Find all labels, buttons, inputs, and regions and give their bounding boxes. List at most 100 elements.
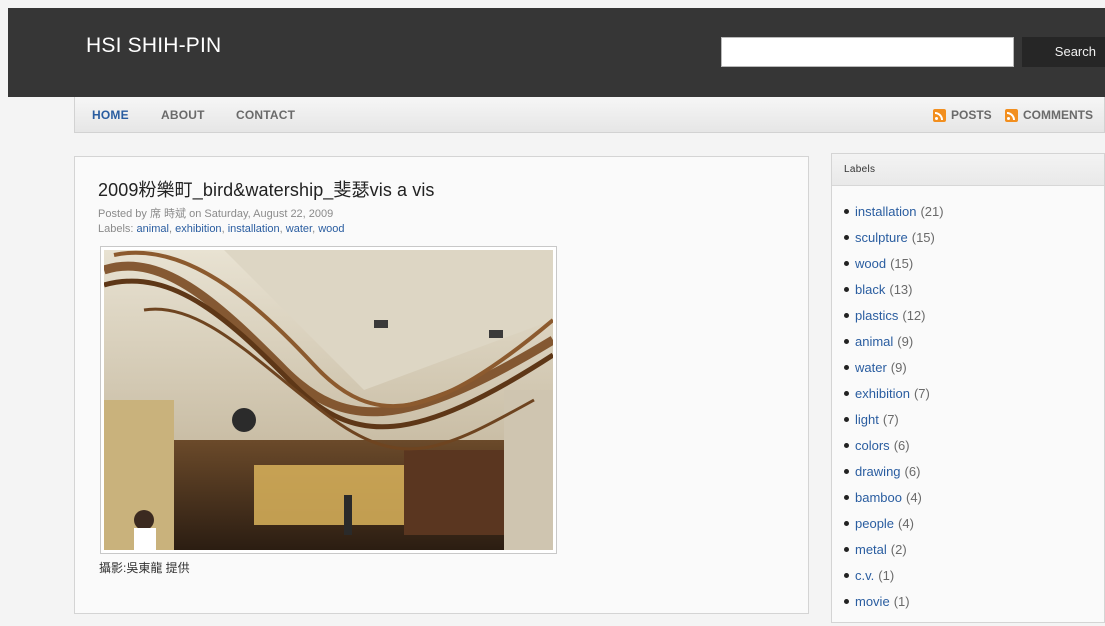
sidebar-label-link[interactable]: colors xyxy=(855,438,890,453)
post-meta: Posted by 席 時斌 on Saturday, August 22, 2… xyxy=(98,205,333,221)
post-label-link[interactable]: animal xyxy=(137,223,169,235)
list-item: sculpture (15) xyxy=(844,224,1104,250)
list-item: wood (15) xyxy=(844,250,1104,276)
list-item: light (7) xyxy=(844,406,1104,432)
bullet-icon xyxy=(844,338,849,344)
comments-feed-label: COMMENTS xyxy=(1023,108,1093,122)
nav-contact[interactable]: CONTACT xyxy=(236,108,295,122)
post-label-link[interactable]: water xyxy=(286,223,312,235)
bullet-icon xyxy=(844,442,849,448)
nav-home[interactable]: HOME xyxy=(92,108,129,122)
bullet-icon xyxy=(844,598,849,604)
list-item: people (4) xyxy=(844,510,1104,536)
rss-icon xyxy=(933,108,946,122)
sidebar-label-link[interactable]: exhibition xyxy=(855,386,910,401)
post-label-link[interactable]: exhibition xyxy=(175,223,221,235)
sidebar-label-link[interactable]: metal xyxy=(855,542,887,557)
posts-feed-label: POSTS xyxy=(951,108,992,122)
label-count: (4) xyxy=(898,515,914,531)
sidebar-label-link[interactable]: movie xyxy=(855,594,890,609)
sidebar-label-link[interactable]: plastics xyxy=(855,308,898,323)
bullet-icon xyxy=(844,546,849,552)
bullet-icon xyxy=(844,234,849,240)
list-item: exhibition (7) xyxy=(844,380,1104,406)
sidebar-label-link[interactable]: people xyxy=(855,516,894,531)
labels-prefix: Labels: xyxy=(98,223,134,235)
labels-widget-title: Labels xyxy=(832,154,1104,186)
sidebar-label-link[interactable]: sculpture xyxy=(855,230,908,245)
list-item: water (9) xyxy=(844,354,1104,380)
label-count: (13) xyxy=(889,281,913,297)
site-header: HSI SHIH-PIN Search xyxy=(8,8,1105,97)
list-item: colors (6) xyxy=(844,432,1104,458)
sidebar-label-link[interactable]: installation xyxy=(855,204,916,219)
labels-list: installation (21) sculpture (15) wood (15) … xyxy=(832,186,1104,614)
sidebar-label-link[interactable]: light xyxy=(855,412,879,427)
bullet-icon xyxy=(844,494,849,500)
sidebar-label-link[interactable]: c.v. xyxy=(855,568,874,583)
label-count: (12) xyxy=(902,307,926,323)
site-title[interactable]: HSI SHIH-PIN xyxy=(86,34,221,58)
label-count: (2) xyxy=(890,541,907,557)
label-count: (1) xyxy=(893,593,910,609)
label-count: (1) xyxy=(878,567,895,583)
sidebar-label-link[interactable]: wood xyxy=(855,256,886,271)
post-date: Saturday, August 22, 2009 xyxy=(204,208,334,220)
bullet-icon xyxy=(844,520,849,526)
label-count: (4) xyxy=(905,489,922,505)
label-count: (7) xyxy=(913,385,930,401)
post-title[interactable]: 2009粉樂町_bird&watership_斐瑟vis a vis xyxy=(98,176,435,202)
rss-icon xyxy=(1005,108,1018,122)
sidebar-label-link[interactable]: animal xyxy=(855,334,893,349)
photo-caption: 攝影:吳東龍 提供 xyxy=(99,561,190,575)
comments-feed-link[interactable]: COMMENTS xyxy=(1005,108,1093,122)
list-item: black (13) xyxy=(844,276,1104,302)
post-labels: Labels: animal, exhibition, installation… xyxy=(98,223,345,235)
label-count: (6) xyxy=(904,463,921,479)
posted-by-prefix: Posted by xyxy=(98,208,147,220)
bullet-icon xyxy=(844,260,849,266)
sidebar-label-link[interactable]: black xyxy=(855,282,885,297)
label-count: (7) xyxy=(882,411,899,427)
label-count: (15) xyxy=(890,255,914,271)
posted-on-word: on xyxy=(189,208,202,220)
list-item: plastics (12) xyxy=(844,302,1104,328)
installation-photo xyxy=(104,250,553,550)
label-count: (6) xyxy=(893,437,910,453)
posts-feed-link[interactable]: POSTS xyxy=(933,108,992,122)
list-item: c.v. (1) xyxy=(844,562,1104,588)
search-input[interactable] xyxy=(721,37,1014,67)
bullet-icon xyxy=(844,208,849,214)
main-nav: HOME ABOUT CONTACT POSTS COMMENTS xyxy=(74,97,1105,133)
post-label-link[interactable]: wood xyxy=(318,223,344,235)
search-button[interactable]: Search xyxy=(1022,37,1105,67)
bullet-icon xyxy=(844,286,849,292)
sidebar-label-link[interactable]: drawing xyxy=(855,464,901,479)
page: HSI SHIH-PIN Search HOME ABOUT CONTACT P… xyxy=(0,0,1105,626)
post-photo[interactable] xyxy=(100,246,557,554)
label-count: (15) xyxy=(911,229,935,245)
list-item: drawing (6) xyxy=(844,458,1104,484)
label-count: (21) xyxy=(920,203,944,219)
post-author: 席 時斌 xyxy=(149,208,187,220)
list-item: movie (1) xyxy=(844,588,1104,614)
bullet-icon xyxy=(844,468,849,474)
list-item: animal (9) xyxy=(844,328,1104,354)
post-label-link[interactable]: installation xyxy=(228,223,280,235)
list-item: bamboo (4) xyxy=(844,484,1104,510)
sidebar-label-link[interactable]: bamboo xyxy=(855,490,902,505)
bullet-icon xyxy=(844,390,849,396)
nav-about[interactable]: ABOUT xyxy=(161,108,205,122)
labels-widget: Labels installation (21) sculpture (15) wo… xyxy=(831,153,1105,623)
bullet-icon xyxy=(844,572,849,578)
bullet-icon xyxy=(844,312,849,318)
bullet-icon xyxy=(844,364,849,370)
list-item: installation (21) xyxy=(844,198,1104,224)
label-count: (9) xyxy=(897,333,914,349)
bullet-icon xyxy=(844,416,849,422)
label-count: (9) xyxy=(890,359,907,375)
photo-illustration xyxy=(104,250,553,550)
sidebar-label-link[interactable]: water xyxy=(855,360,887,375)
post: 2009粉樂町_bird&watership_斐瑟vis a vis Poste… xyxy=(74,156,809,614)
list-item: metal (2) xyxy=(844,536,1104,562)
